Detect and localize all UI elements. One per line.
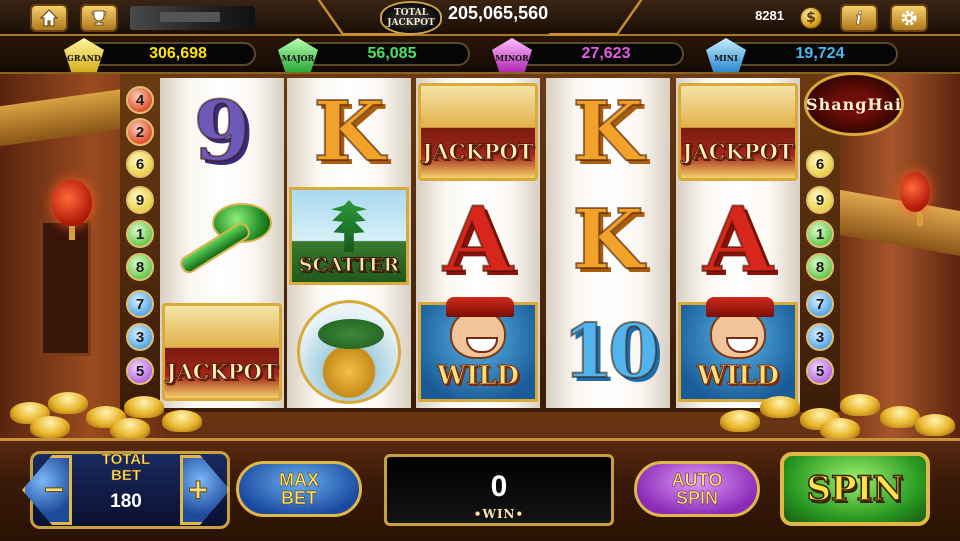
reel-symbol: K: [312, 84, 385, 180]
trophy-icon: [91, 10, 107, 26]
reel-symbol: K: [571, 84, 644, 180]
payline-indicator[interactable]: 4: [126, 86, 154, 114]
ruyi-icon: [172, 199, 272, 285]
reel-symbol: A: [442, 187, 514, 293]
grand-gem-icon: GRAND: [64, 38, 104, 72]
payline-indicator[interactable]: 8: [806, 253, 834, 281]
minor-gem-icon: MINOR: [492, 38, 532, 72]
info-button[interactable]: i: [840, 4, 878, 32]
trophy-button[interactable]: [80, 4, 118, 32]
payline-indicator[interactable]: 7: [806, 290, 834, 318]
reel-symbol: [289, 298, 409, 406]
gold-ingots-right-icon: [710, 392, 960, 440]
major-gem-icon: MAJOR: [278, 38, 318, 72]
total-jackpot-logo: TOTAL JACKPOT: [380, 1, 442, 35]
payline-indicator[interactable]: 5: [126, 357, 154, 385]
spin-button[interactable]: SPIN: [780, 452, 930, 526]
svg-text:i: i: [856, 9, 862, 28]
total-jackpot-label: TOTAL: [393, 8, 429, 18]
reel-symbol: 10: [562, 309, 661, 395]
reel-symbol: SCATTER: [289, 182, 409, 290]
jackpot-mini-value: 19,724: [795, 45, 845, 62]
jackpot-grand-value: 306,698: [149, 45, 207, 62]
game-title-badge[interactable]: ShangHai: [804, 72, 904, 136]
auto-spin-button[interactable]: AUTO SPIN: [634, 461, 760, 517]
reel-2: K SCATTER: [287, 78, 411, 408]
jackpot-minor-value: 27,623: [581, 45, 631, 62]
reel-symbol: JACKPOT: [162, 298, 282, 406]
lantern-icon: [900, 172, 930, 226]
reel-symbol: A: [702, 187, 774, 293]
coin-icon[interactable]: $: [800, 7, 822, 29]
reel-symbol: 9: [192, 84, 251, 180]
mini-gem-icon: MINI: [706, 38, 746, 72]
coin-balance: 8281: [755, 8, 784, 23]
reel-5: JACKPOT A WILD: [676, 78, 800, 408]
payline-indicator[interactable]: 7: [126, 290, 154, 318]
jackpot-grand: GRAND 306,698: [64, 38, 256, 72]
pagoda-icon: [331, 200, 367, 252]
payline-indicator[interactable]: 6: [806, 150, 834, 178]
jackpot-major-value: 56,085: [367, 45, 417, 62]
win-label: •WIN•: [473, 507, 525, 521]
info-icon: i: [855, 9, 862, 28]
home-button[interactable]: [30, 4, 68, 32]
reel-symbol: JACKPOT: [418, 78, 538, 186]
payline-indicator[interactable]: 1: [806, 220, 834, 248]
payline-indicator[interactable]: 6: [126, 150, 154, 178]
jackpot-bar: GRAND 306,698 MAJOR 56,085 MINOR 27,623 …: [0, 36, 960, 74]
god-of-wealth-icon: [706, 297, 774, 359]
god-of-wealth-icon: [446, 297, 514, 359]
total-bet-label: TOTAL BET: [101, 451, 151, 484]
payline-indicator[interactable]: 8: [126, 253, 154, 281]
total-jackpot-label: JACKPOT: [387, 18, 435, 28]
reel-3: JACKPOT A WILD: [416, 78, 540, 408]
reel-symbol: WILD: [678, 297, 798, 406]
payline-indicator[interactable]: 2: [126, 118, 154, 146]
player-name-strip: [130, 6, 255, 30]
payline-indicator[interactable]: 3: [126, 323, 154, 351]
reel-symbol: WILD: [418, 297, 538, 406]
reel-4: K K 10: [546, 78, 670, 408]
reel-1: 9 JACKPOT: [160, 78, 284, 408]
jackpot-minor: MINOR 27,623: [492, 38, 684, 72]
total-jackpot-value: 205,065,560: [448, 3, 549, 23]
win-value: 0: [490, 470, 508, 503]
payline-indicator[interactable]: 9: [806, 186, 834, 214]
gear-icon: [901, 10, 917, 26]
gold-ingots-left-icon: [0, 392, 230, 440]
max-bet-button[interactable]: MAX BET: [236, 461, 362, 517]
reel-symbol: JACKPOT: [678, 78, 798, 186]
top-bar: TOTAL JACKPOT 205,065,560 8281 $ i: [0, 0, 960, 36]
jackpot-major: MAJOR 56,085: [278, 38, 470, 72]
payline-indicator[interactable]: 9: [126, 186, 154, 214]
bonsai-icon: [297, 300, 401, 404]
payline-indicator[interactable]: 3: [806, 323, 834, 351]
payline-indicator[interactable]: 5: [806, 357, 834, 385]
jackpot-mini: MINI 19,724: [706, 38, 898, 72]
reel-symbol: [162, 188, 282, 296]
total-bet-value: 180: [110, 491, 142, 512]
reel-symbol: K: [571, 192, 644, 288]
home-icon: [39, 9, 59, 27]
lantern-icon: [52, 180, 92, 240]
payline-indicator[interactable]: 1: [126, 220, 154, 248]
settings-button[interactable]: [890, 4, 928, 32]
